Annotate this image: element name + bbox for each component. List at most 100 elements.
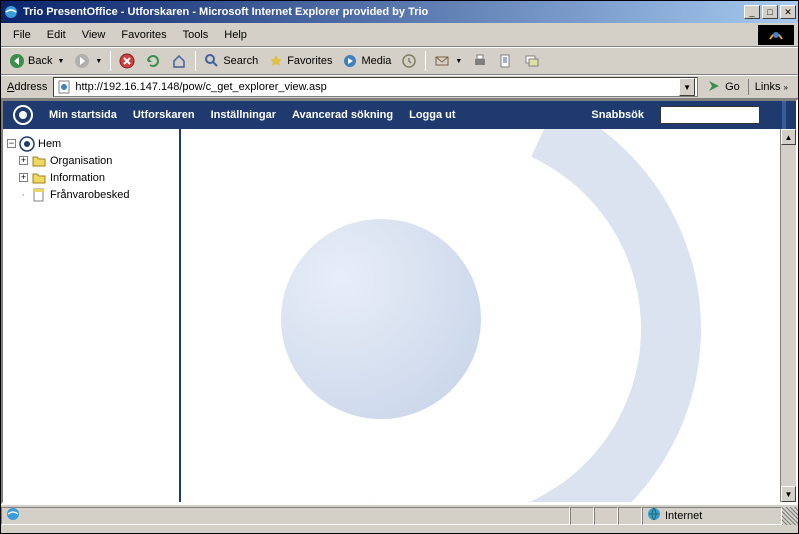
media-button[interactable]: Media: [338, 51, 395, 71]
tree-root[interactable]: − Hem: [7, 135, 175, 152]
links-button[interactable]: Links »: [748, 79, 794, 95]
ie-throbber: [758, 25, 794, 45]
go-button[interactable]: Go: [702, 76, 744, 99]
bar-edge: [782, 101, 786, 129]
menu-edit[interactable]: Edit: [39, 27, 74, 43]
media-icon: [342, 53, 358, 69]
tree-panel: − Hem + Organisation + Information · Frå…: [3, 129, 181, 502]
discuss-icon: [524, 53, 540, 69]
address-input[interactable]: [75, 81, 679, 93]
tree-item-label: Frånvarobesked: [50, 189, 130, 201]
tree-item-label: Organisation: [50, 155, 112, 167]
back-button[interactable]: Back ▼: [5, 51, 68, 71]
menu-favorites[interactable]: Favorites: [113, 27, 174, 43]
main-pane: ▲ ▼: [181, 129, 796, 502]
favorites-button[interactable]: Favorites: [264, 51, 336, 71]
media-label: Media: [361, 55, 391, 67]
search-label: Search: [223, 55, 258, 67]
go-icon: [706, 78, 722, 97]
minimize-button[interactable]: _: [744, 5, 760, 19]
status-cell: [570, 507, 594, 525]
chevron-down-icon: ▼: [57, 58, 64, 65]
folder-icon: [31, 153, 47, 169]
app-nav-bar: Min startsida Utforskaren Inställningar …: [3, 101, 796, 129]
vertical-scrollbar[interactable]: ▲ ▼: [780, 129, 796, 502]
refresh-icon: [145, 53, 161, 69]
tree-item-information[interactable]: + Information: [7, 169, 175, 186]
collapse-icon[interactable]: −: [7, 139, 16, 148]
tree-root-label: Hem: [38, 138, 61, 150]
discuss-button[interactable]: [520, 51, 544, 71]
resize-grip[interactable]: [782, 507, 798, 525]
maximize-button[interactable]: □: [762, 5, 778, 19]
ie-icon: [6, 507, 20, 524]
quicksearch-label: Snabbsök: [591, 109, 644, 121]
home-button[interactable]: [167, 51, 191, 71]
forward-icon: [74, 53, 90, 69]
status-zone-label: Internet: [665, 510, 702, 522]
stop-button[interactable]: [115, 51, 139, 71]
tree-item-label: Information: [50, 172, 105, 184]
folder-icon: [31, 170, 47, 186]
stop-icon: [119, 53, 135, 69]
quicksearch-input[interactable]: [660, 106, 760, 124]
history-icon: [401, 53, 417, 69]
document-icon: [31, 187, 47, 203]
menu-file[interactable]: File: [5, 27, 39, 43]
history-button[interactable]: [397, 51, 421, 71]
nav-installningar[interactable]: Inställningar: [211, 109, 276, 121]
refresh-button[interactable]: [141, 51, 165, 71]
back-label: Back: [28, 55, 52, 67]
status-bar: Internet: [1, 504, 798, 526]
app-logo-icon: [13, 105, 33, 125]
address-label: AAddressddress: [5, 81, 49, 93]
scroll-up-button[interactable]: ▲: [781, 129, 796, 145]
search-button[interactable]: Search: [200, 51, 262, 71]
chevron-down-icon: ▼: [455, 58, 462, 65]
menu-help[interactable]: Help: [216, 27, 255, 43]
page-icon: [56, 79, 72, 95]
expand-icon[interactable]: +: [19, 173, 28, 182]
edit-button[interactable]: [494, 51, 518, 71]
window-title: Trio PresentOffice - Utforskaren - Micro…: [23, 6, 744, 18]
print-button[interactable]: [468, 51, 492, 71]
address-input-container[interactable]: ▼: [53, 77, 698, 97]
toolbar: Back ▼ ▼ Search Favorites Media ▼: [1, 47, 798, 75]
status-main: [1, 507, 570, 525]
nav-startsida[interactable]: Min startsida: [49, 109, 117, 121]
back-icon: [9, 53, 25, 69]
tree-item-organisation[interactable]: + Organisation: [7, 152, 175, 169]
nav-logga-ut[interactable]: Logga ut: [409, 109, 455, 121]
tree-item-franvarobesked[interactable]: · Frånvarobesked: [7, 186, 175, 203]
close-button[interactable]: ✕: [780, 5, 796, 19]
ie-icon: [3, 4, 19, 20]
scroll-down-button[interactable]: ▼: [781, 486, 796, 502]
tree-connector: ·: [19, 189, 28, 201]
address-dropdown[interactable]: ▼: [679, 78, 695, 96]
favorites-label: Favorites: [287, 55, 332, 67]
window-titlebar: Trio PresentOffice - Utforskaren - Micro…: [1, 1, 798, 23]
status-zone: Internet: [642, 507, 782, 525]
go-label: Go: [725, 81, 740, 93]
globe-icon: [647, 507, 661, 524]
mail-icon: [434, 53, 450, 69]
background-swirl: [281, 219, 481, 419]
home-node-icon: [19, 136, 35, 152]
mail-button[interactable]: ▼: [430, 51, 466, 71]
print-icon: [472, 53, 488, 69]
status-cell: [594, 507, 618, 525]
nav-avancerad-sokning[interactable]: Avancerad sökning: [292, 109, 393, 121]
menu-tools[interactable]: Tools: [175, 27, 217, 43]
star-icon: [268, 53, 284, 69]
edit-icon: [498, 53, 514, 69]
forward-button[interactable]: ▼: [70, 51, 106, 71]
home-icon: [171, 53, 187, 69]
content-area: Min startsida Utforskaren Inställningar …: [1, 99, 798, 504]
nav-utforskaren[interactable]: Utforskaren: [133, 109, 195, 121]
address-bar: AAddressddress ▼ Go Links »: [1, 75, 798, 99]
status-cell: [618, 507, 642, 525]
menu-bar: File Edit View Favorites Tools Help: [1, 23, 798, 47]
menu-view[interactable]: View: [74, 27, 114, 43]
chevron-down-icon: ▼: [95, 58, 102, 65]
expand-icon[interactable]: +: [19, 156, 28, 165]
